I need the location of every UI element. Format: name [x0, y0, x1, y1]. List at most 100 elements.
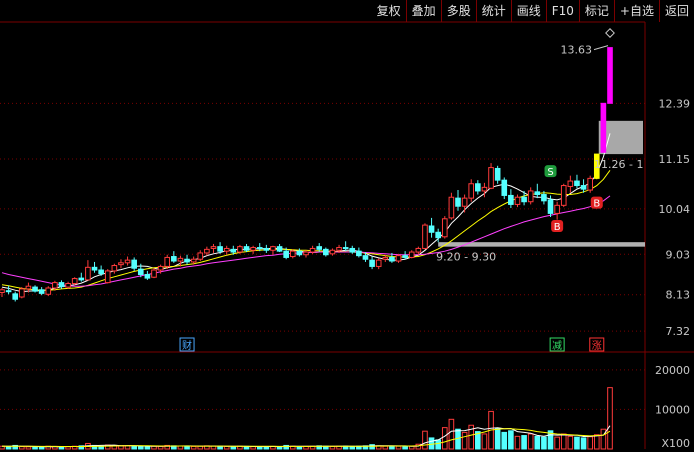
volume-bar[interactable]: [521, 435, 527, 450]
candle[interactable]: [527, 190, 534, 203]
candle[interactable]: [217, 246, 223, 252]
candle[interactable]: [329, 249, 336, 255]
stock-chart[interactable]: 7.32 8.13 9.03 10.04 11.15 12.39 10000 20000 X10…: [0, 0, 694, 452]
candle[interactable]: [45, 287, 52, 295]
candle[interactable]: [52, 282, 58, 289]
candle[interactable]: [237, 246, 243, 253]
volume-bar[interactable]: [593, 434, 600, 450]
volume-bar[interactable]: [19, 446, 25, 450]
candle[interactable]: [223, 247, 230, 252]
candle[interactable]: [171, 256, 177, 262]
candle[interactable]: [508, 194, 514, 205]
candle[interactable]: [144, 274, 151, 279]
candle[interactable]: [25, 285, 32, 290]
candle[interactable]: [131, 259, 137, 269]
candle[interactable]: [12, 293, 19, 300]
volume-bar[interactable]: [389, 445, 395, 450]
candle[interactable]: [124, 259, 131, 264]
candle[interactable]: [197, 252, 204, 260]
candle[interactable]: [580, 185, 587, 190]
volume-bar[interactable]: [369, 444, 375, 450]
toolbar-button-7[interactable]: +自选: [613, 0, 659, 22]
volume-bar[interactable]: [560, 433, 567, 450]
candle[interactable]: [5, 290, 12, 293]
candle[interactable]: [435, 231, 441, 239]
candle[interactable]: [190, 258, 197, 263]
candle[interactable]: [276, 246, 283, 252]
volume-bar[interactable]: [329, 445, 336, 450]
volume-bar[interactable]: [157, 445, 164, 450]
toolbar-button-0[interactable]: 复权: [372, 0, 406, 22]
candle[interactable]: [19, 288, 25, 298]
candle[interactable]: [104, 270, 111, 284]
volume-bar[interactable]: [137, 445, 144, 450]
candle[interactable]: [408, 251, 415, 258]
candle[interactable]: [382, 256, 389, 260]
candle[interactable]: [488, 167, 494, 189]
volume-bar[interactable]: [5, 445, 12, 450]
volume-bar[interactable]: [296, 446, 303, 450]
candle[interactable]: [137, 268, 144, 276]
volume-bar[interactable]: [38, 446, 45, 450]
candle[interactable]: [468, 183, 475, 199]
candle[interactable]: [587, 177, 593, 191]
candle[interactable]: [250, 247, 256, 251]
volume-bar[interactable]: [65, 446, 71, 450]
toolbar-button-6[interactable]: 标记: [578, 0, 614, 22]
volume-bar[interactable]: [435, 439, 441, 450]
volume-bar[interactable]: [428, 437, 435, 450]
candle[interactable]: [85, 266, 91, 281]
volume-bar[interactable]: [184, 445, 190, 450]
volume-bar[interactable]: [534, 435, 541, 450]
volume-bar[interactable]: [230, 446, 237, 450]
candle[interactable]: [309, 247, 316, 253]
candle[interactable]: [521, 196, 527, 203]
volume-bar[interactable]: [607, 387, 613, 450]
candle[interactable]: [534, 191, 541, 196]
volume-bar[interactable]: [402, 445, 408, 450]
volume-bar[interactable]: [587, 436, 593, 450]
candle[interactable]: [342, 247, 349, 250]
volume-bar[interactable]: [448, 418, 455, 450]
candle[interactable]: [554, 204, 560, 214]
candle[interactable]: [375, 259, 382, 267]
volume-bar[interactable]: [567, 435, 574, 450]
toolbar-button-2[interactable]: 多股: [440, 0, 476, 22]
volume-bar[interactable]: [514, 435, 521, 450]
volume-bar[interactable]: [395, 445, 402, 450]
volume-bar[interactable]: [541, 436, 547, 450]
toolbar-button-4[interactable]: 画线: [510, 0, 546, 22]
candle[interactable]: [428, 225, 435, 233]
candle[interactable]: [494, 167, 501, 181]
candle[interactable]: [514, 196, 521, 205]
candle[interactable]: [38, 289, 45, 294]
candle[interactable]: [501, 179, 508, 196]
candle[interactable]: [263, 247, 270, 251]
volume-bar[interactable]: [580, 437, 587, 450]
candle[interactable]: [230, 248, 237, 253]
volume-bar[interactable]: [494, 427, 501, 450]
candle[interactable]: [78, 277, 85, 281]
candle[interactable]: [164, 256, 171, 267]
candle[interactable]: [461, 197, 468, 207]
candle[interactable]: [256, 247, 263, 250]
candle[interactable]: [184, 258, 190, 263]
candle[interactable]: [607, 47, 613, 104]
candle[interactable]: [0, 289, 5, 293]
candle[interactable]: [151, 269, 157, 278]
volume-bar[interactable]: [422, 430, 428, 450]
volume-bar[interactable]: [349, 445, 356, 450]
candle[interactable]: [395, 255, 402, 262]
candle[interactable]: [415, 247, 422, 253]
candle[interactable]: [303, 251, 309, 256]
candle[interactable]: [71, 278, 78, 285]
candle[interactable]: [574, 180, 580, 187]
volume-bar[interactable]: [501, 431, 508, 450]
candle[interactable]: [349, 247, 356, 253]
volume-bar[interactable]: [197, 445, 204, 450]
toolbar-button-1[interactable]: 叠加: [405, 0, 441, 22]
candle[interactable]: [567, 180, 574, 187]
volume-bar[interactable]: [223, 445, 230, 450]
candle[interactable]: [600, 102, 607, 153]
volume-bar[interactable]: [131, 445, 137, 450]
